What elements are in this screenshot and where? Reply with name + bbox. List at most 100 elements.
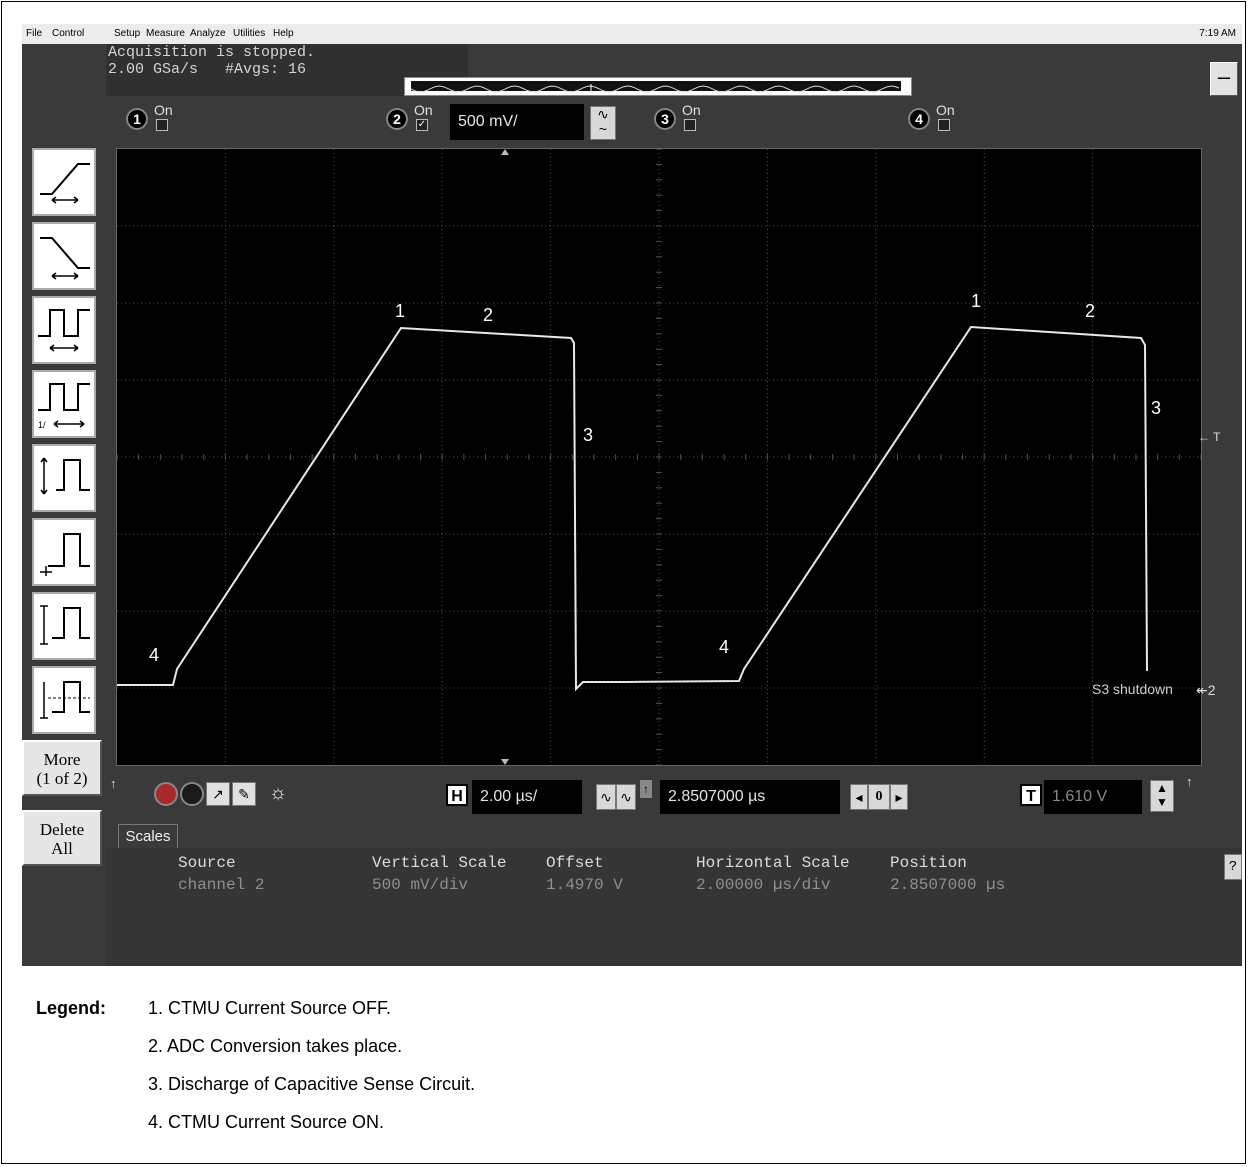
tab-scales[interactable]: Scales [118,824,178,849]
menu-file[interactable]: File [26,28,42,39]
channel-1-badge[interactable]: 1 [126,108,148,130]
scales-panel: Source Vertical Scale Offset Horizontal … [106,848,1242,966]
channel-2-ground-marker: ↞2 [1196,682,1216,698]
svg-text:1/: 1/ [38,420,46,430]
coarse-adjust-icon[interactable]: ∿ [616,784,636,810]
channel-2-trace [117,325,1148,692]
s3-shutdown-annotation: S3 shutdown [1092,681,1173,697]
print-icon[interactable]: ✎ [232,782,256,806]
horizontal-position-field[interactable]: 2.8507000 µs [660,780,840,814]
period-icon [38,309,90,352]
autoscale-icon[interactable]: ☼ [266,782,290,806]
menu-bar: File Control Setup Measure Analyze Utili… [22,24,1242,44]
marker-2: 2 [483,305,493,325]
reference-marker-icon: ↑ [640,780,652,798]
legend-item: 2. ADC Conversion takes place. [148,1036,403,1056]
marker-1: 1 [395,301,405,321]
scales-header-position: Position [890,854,967,872]
vpp-button[interactable] [32,444,96,512]
frequency-icon: 1/ [38,383,90,430]
rise-time-button[interactable] [32,148,96,216]
channel-1-on-label: On [154,102,173,118]
clock: 7:19 AM [1199,28,1236,39]
rise-time-icon [40,163,90,204]
scales-value-horizontal: 2.00000 µs/div [696,876,831,894]
waveform-grid: 1 2 3 4 1 2 3 4 [117,149,1201,765]
stop-button[interactable] [180,782,204,806]
vpp-icon [40,457,90,495]
trigger-marker-icon: ↑ [1186,774,1193,789]
cursor-marker-icon: ↑ [110,776,117,791]
scales-header-vertical: Vertical Scale [372,854,507,872]
minimize-button[interactable]: – [1210,62,1238,96]
position-right-button[interactable]: ▸ [890,784,908,810]
channel-2-coupling-button[interactable]: ∿ ~ [590,106,616,140]
marker-3: 3 [583,425,593,445]
channel-2-scale-field[interactable]: 500 mV/ [450,104,584,140]
scales-header-offset: Offset [546,854,604,872]
channel-2-badge[interactable]: 2 [386,108,408,130]
help-button[interactable]: ? [1224,854,1242,880]
trigger-badge: T [1020,784,1042,806]
more-page-label: (1 of 2) [36,769,88,788]
fine-adjust-icon[interactable]: ∿ [596,784,616,810]
menu-setup[interactable]: Setup [114,28,140,39]
more-label: More [43,750,81,769]
fall-time-button[interactable] [32,222,96,290]
vamp-button[interactable] [32,592,96,660]
frequency-button[interactable]: 1/ [32,370,96,438]
menu-utilities[interactable]: Utilities [233,28,265,39]
menu-help[interactable]: Help [273,28,294,39]
scales-value-source: channel 2 [178,876,265,894]
fall-time-icon [40,237,90,280]
scales-value-offset: 1.4970 V [546,876,623,894]
oscilloscope-window: Acquisition is stopped. 2.00 GSa/s #Avgs… [22,44,1242,966]
legend-item: 3. Discharge of Capacitive Sense Circuit… [148,1074,476,1094]
scales-value-vertical: 500 mV/div [372,876,469,894]
menu-analyze[interactable]: Analyze [190,28,226,39]
run-button[interactable] [154,782,178,806]
scales-value-position: 2.8507000 µs [890,876,1006,894]
marker-2: 2 [1085,301,1095,321]
menu-measure[interactable]: Measure [146,28,185,39]
trigger-level-field[interactable]: 1.610 V [1044,780,1142,814]
status-line: Acquisition is stopped. [108,44,316,61]
period-button[interactable] [32,296,96,364]
control-bar: ↑ ↗ ✎ ☼ H 2.00 µs/ ∿ ∿ ↑ 2.8507000 µs ◂ … [106,768,1242,818]
channel-2-checkbox[interactable]: ✓ [416,119,428,131]
horizontal-scale-field[interactable]: 2.00 µs/ [472,780,582,814]
horizontal-badge: H [446,784,468,806]
channel-4-badge[interactable]: 4 [908,108,930,130]
marker-4: 4 [719,637,729,657]
menu-control[interactable]: Control [52,28,84,39]
position-left-button[interactable]: ◂ [850,784,868,810]
legend-title: Legend: [36,998,106,1018]
measurement-toolbar: 1/ More (1 of 2) Delete All [22,144,104,966]
marker-1: 1 [971,291,981,311]
position-zero-button[interactable]: 0 [868,784,890,810]
channel-1-checkbox[interactable] [156,119,168,131]
trigger-level-stepper[interactable]: ▲ ▼ [1150,780,1174,812]
delete-label: Delete [39,820,85,839]
vtop-button[interactable] [32,666,96,734]
channel-4-checkbox[interactable] [938,119,950,131]
channel-3-checkbox[interactable] [684,119,696,131]
channel-3-badge[interactable]: 3 [654,108,676,130]
figure-frame: File Control Setup Measure Analyze Utili… [1,1,1246,1164]
channel-3-on-label: On [682,102,701,118]
delete-all-button[interactable]: Delete All [22,810,102,866]
overview-trace [410,81,901,94]
vbase-icon [40,533,90,576]
legend-item: 1. CTMU Current Source OFF. [148,998,392,1018]
scales-header-source: Source [178,854,236,872]
vbase-button[interactable] [32,518,96,586]
trigger-level-marker: ← T [1198,430,1221,444]
overview-wave [410,84,900,94]
marker-4: 4 [149,645,159,665]
waveform-overview[interactable] [404,77,912,96]
sample-rate-line: 2.00 GSa/s #Avgs: 16 [108,61,307,78]
more-button[interactable]: More (1 of 2) [22,740,102,796]
waveform-display[interactable]: 1 2 3 4 1 2 3 4 [116,148,1202,766]
single-acquire-icon[interactable]: ↗ [206,782,230,806]
legend-item: 4. CTMU Current Source ON. [148,1112,385,1132]
